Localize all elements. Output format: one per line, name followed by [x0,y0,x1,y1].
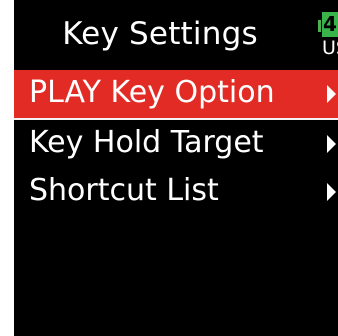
header: Key Settings 4.9 USB [14,0,338,70]
page-title: Key Settings [62,16,258,52]
chevron-right-icon [327,183,336,201]
settings-menu: PLAY Key Option Key Hold Target Shortcut… [14,70,338,216]
device-screen: Key Settings 4.9 USB PLAY Key Option Key… [14,0,338,336]
battery-indicator: 4.9 USB [318,12,338,60]
battery-icon [318,20,321,32]
power-source-label: USB [322,37,338,59]
battery-level: 4.9 [322,12,338,37]
menu-item-label: Shortcut List [29,173,219,208]
menu-item-label: Key Hold Target [29,125,264,160]
menu-item-key-hold-target[interactable]: Key Hold Target [14,120,338,168]
menu-item-shortcut-list[interactable]: Shortcut List [14,168,338,216]
menu-item-label: PLAY Key Option [29,75,275,110]
chevron-right-icon [327,85,336,103]
chevron-right-icon [327,135,336,153]
menu-item-play-key-option[interactable]: PLAY Key Option [14,70,338,118]
